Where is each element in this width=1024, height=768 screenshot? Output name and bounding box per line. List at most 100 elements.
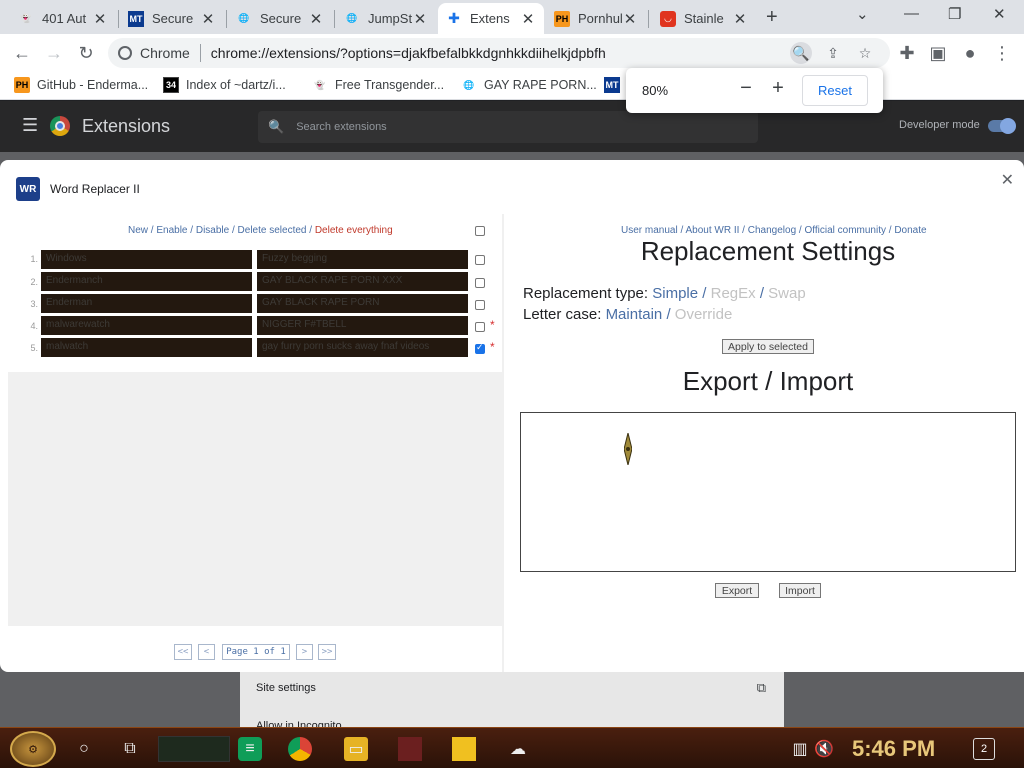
taskbar-clock[interactable]: 5:46 PM [852, 736, 935, 762]
tab-search-icon[interactable]: ⌄ [856, 5, 869, 23]
donate-link[interactable]: Donate [894, 225, 926, 236]
close-window-icon[interactable]: ✕ [993, 5, 1006, 23]
regex-option[interactable]: RegEx [711, 285, 756, 302]
task-view-icon[interactable]: ⧉ [118, 737, 142, 761]
replace-field[interactable]: Fuzzy begging [257, 250, 468, 269]
replace-field[interactable]: gay furry porn sucks away fnaf videos [257, 338, 468, 357]
new-link[interactable]: New [128, 225, 148, 236]
close-icon[interactable]: ✕ [200, 10, 216, 28]
close-icon[interactable]: ✕ [1001, 170, 1014, 190]
bookmark-github[interactable]: PH GitHub - Enderma... [14, 77, 148, 93]
find-field[interactable]: malwarewatch [41, 316, 252, 335]
enable-link[interactable]: Enable [156, 225, 187, 236]
row-checkbox[interactable] [475, 322, 485, 332]
reload-icon[interactable]: ↻ [74, 41, 98, 65]
next-page-button[interactable]: > [296, 644, 313, 660]
site-settings-row[interactable]: Site settings [256, 682, 316, 694]
back-arrow-icon[interactable]: ← [10, 41, 34, 65]
maintain-option[interactable]: Maintain [606, 306, 663, 323]
file-explorer-icon[interactable]: ▭ [344, 737, 368, 761]
share-icon[interactable]: ⇪ [822, 42, 844, 64]
import-button[interactable]: Import [779, 583, 821, 598]
simple-option[interactable]: Simple [652, 285, 698, 302]
row-checkbox[interactable] [475, 342, 485, 354]
restore-icon[interactable]: ❐ [948, 5, 961, 23]
row-checkbox[interactable] [475, 255, 485, 265]
tab-401[interactable]: 👻 401 Aut ✕ [10, 3, 116, 34]
last-page-button[interactable]: >> [318, 644, 336, 660]
replace-field[interactable]: GAY BLACK RAPE PORN [257, 294, 468, 313]
zoom-level: 80% [642, 83, 669, 98]
row-checkbox[interactable] [475, 300, 485, 310]
chrome-taskbar-icon[interactable] [288, 737, 312, 761]
prev-page-button[interactable]: < [198, 644, 215, 660]
app-icon[interactable] [398, 737, 422, 761]
network-icon[interactable]: ▥ [788, 737, 812, 761]
menu-icon[interactable]: ⋮ [990, 41, 1014, 65]
swap-option[interactable]: Swap [768, 285, 806, 302]
tab-stainle[interactable]: ◡ Stainle ✕ [652, 3, 756, 34]
first-page-button[interactable]: << [174, 644, 192, 660]
close-icon[interactable]: ✕ [92, 10, 108, 28]
close-icon[interactable]: ✕ [308, 10, 324, 28]
tab-extensions[interactable]: ✚ Extens ✕ [438, 3, 544, 34]
tab-secure-1[interactable]: MT Secure ✕ [120, 3, 224, 34]
changelog-link[interactable]: Changelog [748, 225, 796, 236]
zoom-in-button[interactable]: + [766, 77, 790, 100]
close-icon[interactable]: ✕ [520, 10, 536, 28]
bookmark-free[interactable]: 👻 Free Transgender... [312, 77, 444, 93]
start-button[interactable]: ⚙ [10, 731, 56, 767]
new-tab-button[interactable]: + [766, 6, 778, 29]
hamburger-icon[interactable]: ☰ [22, 115, 38, 136]
override-option[interactable]: Override [675, 306, 733, 323]
extensions-puzzle-icon[interactable]: ✚ [895, 41, 919, 65]
address-bar[interactable]: Chrome chrome://extensions/?options=djak… [108, 38, 890, 68]
row-number: 4. [30, 321, 38, 331]
tab-ph[interactable]: PH Pornhul ✕ [546, 3, 646, 34]
bookmark-index[interactable]: 34 Index of ~dartz/i... [163, 77, 286, 93]
export-button[interactable]: Export [715, 583, 759, 598]
volume-muted-icon[interactable]: 🔇 [812, 737, 836, 761]
side-panel-icon[interactable]: ▣ [926, 41, 950, 65]
delete-everything-link[interactable]: Delete everything [315, 225, 393, 236]
profile-icon[interactable]: ● [958, 41, 982, 65]
find-field[interactable]: Windows [41, 250, 252, 269]
notification-center-icon[interactable]: 2 [973, 738, 995, 760]
developer-mode-toggle[interactable] [988, 118, 1016, 134]
zoom-out-button[interactable]: − [734, 77, 758, 100]
extensions-search[interactable]: 🔍 Search extensions [258, 111, 758, 143]
cortana-icon[interactable]: ○ [72, 737, 96, 761]
star-icon[interactable]: ☆ [854, 42, 876, 64]
user-manual-link[interactable]: User manual [621, 225, 678, 236]
close-icon[interactable]: ✕ [622, 10, 638, 28]
forward-arrow-icon[interactable]: → [42, 41, 66, 65]
find-field[interactable]: Enderman [41, 294, 252, 313]
delete-selected-link[interactable]: Delete selected [238, 225, 307, 236]
open-external-icon[interactable]: ⧉ [757, 680, 766, 696]
replace-field[interactable]: NIGGER F#TBELL [257, 316, 468, 335]
bookmark-gay[interactable]: 🌐 GAY RAPE PORN... [461, 77, 596, 93]
find-field[interactable]: Endermanch [41, 272, 252, 291]
sheets-icon[interactable]: ≡ [238, 737, 262, 761]
zoom-icon[interactable]: 🔍 [790, 42, 812, 64]
tab-secure-2[interactable]: 🌐 Secure ✕ [228, 3, 332, 34]
bookmark-mft[interactable]: MT [604, 77, 627, 93]
replace-field[interactable]: GAY BLACK RAPE PORN XXX [257, 272, 468, 291]
close-icon[interactable]: ✕ [732, 10, 748, 28]
select-all-checkbox[interactable] [475, 226, 485, 236]
close-icon[interactable]: ✕ [412, 10, 428, 28]
about-link[interactable]: About WR II [686, 225, 740, 236]
apply-to-selected-button[interactable]: Apply to selected [722, 339, 814, 354]
sticky-notes-icon[interactable] [452, 737, 476, 761]
community-link[interactable]: Official community [804, 225, 886, 236]
zoom-reset-button[interactable]: Reset [802, 75, 868, 106]
row-checkbox[interactable] [475, 278, 485, 288]
minimize-icon[interactable]: — [904, 5, 919, 22]
tab-jumpst[interactable]: 🌐 JumpSt ✕ [336, 3, 436, 34]
find-field[interactable]: malwatch [41, 338, 252, 357]
export-import-textarea[interactable] [520, 412, 1016, 572]
taskbar-search[interactable] [158, 736, 230, 762]
disable-link[interactable]: Disable [196, 225, 229, 236]
url-text[interactable]: chrome://extensions/?options=djakfbefalb… [211, 45, 651, 61]
onedrive-icon[interactable]: ☁ [506, 737, 530, 761]
